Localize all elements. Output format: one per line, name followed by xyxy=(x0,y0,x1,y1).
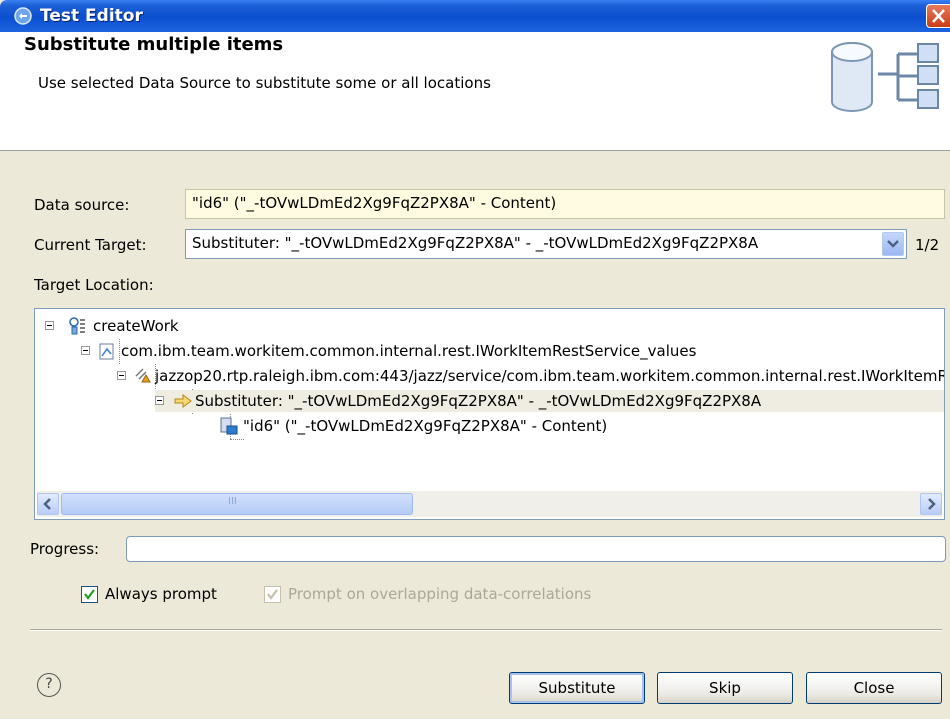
scroll-thumb[interactable]: III xyxy=(61,493,413,515)
tree-node-page[interactable]: com.ibm.team.workitem.common.internal.re… xyxy=(81,340,941,362)
target-location-tree[interactable]: createWork com.ibm.team.workitem.common.… xyxy=(34,308,945,520)
scroll-right-button[interactable] xyxy=(920,493,942,515)
tree-node-substituter[interactable]: Substituter: "_-tOVwLDmEd2Xg9FqZ2PX8A" -… xyxy=(155,390,944,412)
window-title: Test Editor xyxy=(40,6,143,26)
prompt-overlapping-label: Prompt on overlapping data-correlations xyxy=(288,585,592,603)
horizontal-scrollbar[interactable]: III xyxy=(37,491,942,517)
progress-label: Progress: xyxy=(30,540,100,558)
target-counter: 1/2 xyxy=(915,236,940,254)
request-icon xyxy=(135,368,151,383)
data-source-label: Data source: xyxy=(34,196,130,214)
datasource-icon xyxy=(220,417,238,435)
collapse-toggle[interactable] xyxy=(81,346,90,355)
current-target-select[interactable]: Substituter: "_-tOVwLDmEd2Xg9FqZ2PX8A" -… xyxy=(185,229,907,259)
app-icon xyxy=(14,7,32,25)
collapse-toggle[interactable] xyxy=(155,396,164,405)
tree-node-request[interactable]: jazzop20.rtp.raleigh.ibm.com:443/jazz/se… xyxy=(117,365,944,387)
tree-connector xyxy=(230,439,244,441)
checkmark-icon xyxy=(84,589,95,600)
substitute-button[interactable]: Substitute xyxy=(509,672,645,704)
separator xyxy=(30,629,942,631)
close-button[interactable]: Close xyxy=(806,672,942,704)
substituter-icon xyxy=(174,394,192,408)
tree-node-label: com.ibm.team.workitem.common.internal.re… xyxy=(121,342,697,360)
tree-node-label: Substituter: "_-tOVwLDmEd2Xg9FqZ2PX8A" -… xyxy=(195,392,762,410)
close-window-button[interactable] xyxy=(926,4,950,28)
tree-node-label: "id6" ("_-tOVwLDmEd2Xg9FqZ2PX8A" - Conte… xyxy=(243,417,608,435)
database-substitution-icon xyxy=(831,42,939,112)
always-prompt-checkbox[interactable] xyxy=(81,586,98,603)
dropdown-button[interactable] xyxy=(882,232,904,256)
always-prompt-label[interactable]: Always prompt xyxy=(105,585,217,603)
skip-button[interactable]: Skip xyxy=(657,672,793,704)
dialog-description: Use selected Data Source to substitute s… xyxy=(38,74,491,92)
target-location-label: Target Location: xyxy=(34,276,154,294)
title-bar: Test Editor xyxy=(0,0,950,32)
tree-node-datasource[interactable]: "id6" ("_-tOVwLDmEd2Xg9FqZ2PX8A" - Conte… xyxy=(219,415,919,437)
checkmark-icon xyxy=(267,589,278,600)
dialog-header: Substitute multiple items Use selected D… xyxy=(0,32,950,151)
tree-node-creatework[interactable]: createWork xyxy=(45,315,345,337)
chevron-down-icon xyxy=(887,240,899,248)
collapse-toggle[interactable] xyxy=(45,321,54,330)
current-target-value: Substituter: "_-tOVwLDmEd2Xg9FqZ2PX8A" -… xyxy=(192,234,759,252)
chevron-left-icon xyxy=(43,498,51,510)
prompt-overlapping-checkbox xyxy=(264,586,281,603)
dialog-title: Substitute multiple items xyxy=(24,34,284,55)
chevron-right-icon xyxy=(928,498,936,510)
page-icon xyxy=(99,343,114,360)
scroll-left-button[interactable] xyxy=(37,493,59,515)
current-target-label: Current Target: xyxy=(34,236,147,254)
progress-bar xyxy=(126,536,946,562)
collapse-toggle[interactable] xyxy=(117,371,126,380)
help-button[interactable]: ? xyxy=(37,673,61,697)
test-icon xyxy=(69,317,85,335)
close-icon xyxy=(932,9,945,23)
scroll-grip: III xyxy=(228,496,237,507)
tree-node-label: createWork xyxy=(93,317,179,335)
tree-node-label: jazzop20.rtp.raleigh.ibm.com:443/jazz/se… xyxy=(155,367,944,385)
data-source-field[interactable]: "id6" ("_-tOVwLDmEd2Xg9FqZ2PX8A" - Conte… xyxy=(185,189,945,219)
